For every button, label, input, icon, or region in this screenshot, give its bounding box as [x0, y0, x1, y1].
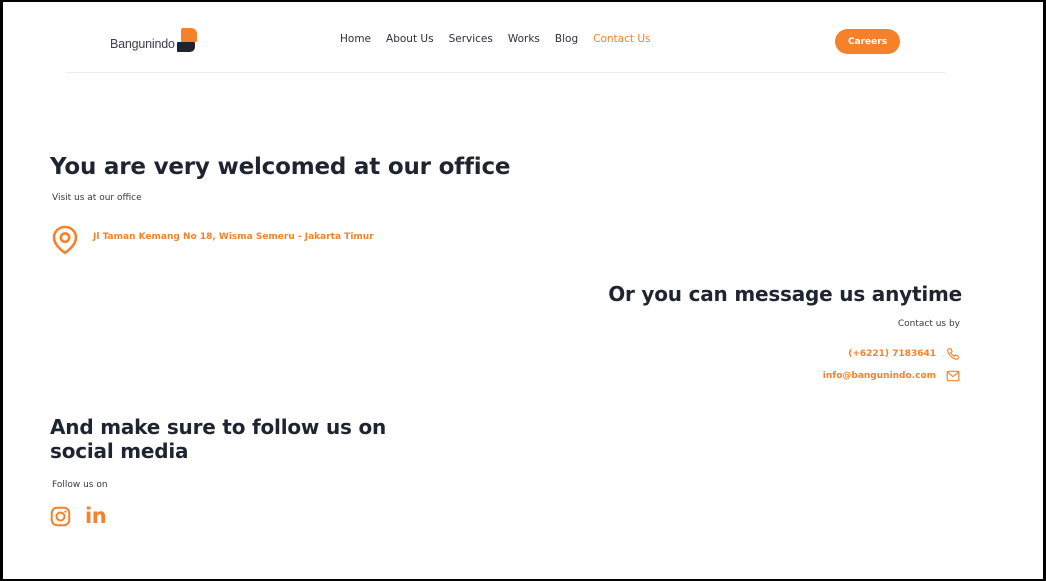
nav-works[interactable]: Works [508, 33, 540, 45]
phone-icon [947, 348, 959, 360]
nav-home[interactable]: Home [340, 33, 371, 45]
nav-contact-us[interactable]: Contact Us [593, 33, 650, 45]
nav-services[interactable]: Services [449, 33, 493, 45]
instagram-icon [50, 506, 71, 527]
logo-mark-icon [176, 28, 197, 56]
email-link[interactable]: info@bangunindo.com [823, 370, 960, 382]
logo-text: Bangunindo [110, 36, 175, 51]
social-title: And make sure to follow us on social med… [50, 415, 387, 463]
message-subtitle: Contact us by [897, 319, 960, 329]
header-divider [66, 72, 946, 73]
careers-button[interactable]: Careers [835, 29, 900, 54]
linkedin-icon: in [85, 504, 107, 528]
message-title: Or you can message us anytime [608, 282, 962, 306]
nav-about-us[interactable]: About Us [386, 33, 434, 45]
social-icons: in [50, 504, 107, 528]
site-header: Bangunindo Home About Us Services Works … [0, 0, 1046, 80]
brand-logo[interactable]: Bangunindo [110, 24, 197, 56]
mail-icon [946, 370, 960, 382]
phone-number: (+6221) 7183641 [848, 349, 936, 359]
office-address-link[interactable]: Jl Taman Kemang No 18, Wisma Semeru - Ja… [93, 232, 374, 242]
office-subtitle: Visit us at our office [52, 193, 142, 203]
main-nav: Home About Us Services Works Blog Contac… [340, 33, 665, 45]
location-pin-icon [52, 225, 78, 255]
social-subtitle: Follow us on [52, 480, 108, 490]
office-title: You are very welcomed at our office [50, 154, 511, 180]
instagram-link[interactable] [50, 506, 71, 527]
email-address: info@bangunindo.com [822, 371, 936, 381]
linkedin-link[interactable]: in [85, 504, 107, 528]
phone-link[interactable]: (+6221) 7183641 [848, 347, 960, 361]
nav-blog[interactable]: Blog [555, 33, 578, 45]
